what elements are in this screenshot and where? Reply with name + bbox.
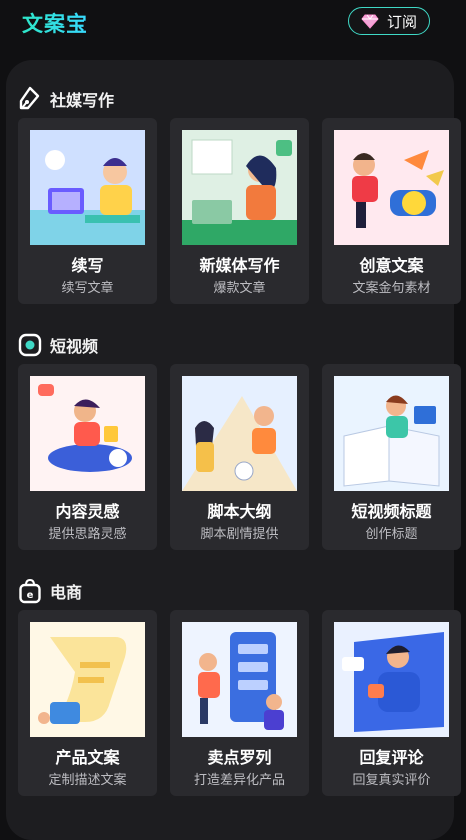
illustration-rocket-rider (30, 376, 145, 491)
card-subtitle: 提供思路灵感 (48, 527, 127, 542)
app-logo-title: 文案宝 (22, 8, 88, 38)
card-subtitle: 创作标题 (365, 527, 418, 542)
diamond-icon (361, 14, 379, 29)
illustration-megaphone (334, 130, 449, 245)
illustration-checklist-people (182, 622, 297, 737)
card-reply-reviews[interactable]: 回复评论 回复真实评价 (322, 610, 461, 796)
card-subtitle: 续写文章 (61, 281, 114, 296)
illustration-reading-people (182, 376, 297, 491)
card-content-inspiration[interactable]: 内容灵感 提供思路灵感 (18, 364, 157, 550)
card-title: 卖点罗列 (207, 748, 272, 767)
section-title: 短视频 (50, 337, 99, 356)
svg-text:e: e (27, 590, 34, 601)
illustration-open-book (334, 376, 449, 491)
card-creative-copy[interactable]: 创意文案 文案金句素材 (322, 118, 461, 304)
card-continue-writing[interactable]: 续写 续写文章 (18, 118, 157, 304)
card-short-video-title[interactable]: 短视频标题 创作标题 (322, 364, 461, 550)
card-title: 续写 (71, 256, 104, 275)
section-header: 短视频 (18, 330, 98, 360)
shopping-bag-icon: e (18, 578, 42, 604)
section-header: e 电商 (18, 576, 82, 606)
top-bar: 文案宝 订阅 (0, 0, 466, 48)
card-script-outline[interactable]: 脚本大纲 脚本剧情提供 (170, 364, 309, 550)
card-selling-points[interactable]: 卖点罗列 打造差异化产品 (170, 610, 309, 796)
record-icon (18, 333, 42, 357)
subscribe-label: 订阅 (386, 12, 417, 31)
section-header: 社媒写作 (18, 84, 114, 114)
card-subtitle: 爆款文章 (213, 281, 266, 296)
card-subtitle: 文案金句素材 (352, 281, 431, 296)
section-social-writing: 社媒写作 续写 续写文章 新媒体写作 爆款文章 创意文案 文案金句素材 (18, 84, 461, 308)
content-panel: 社媒写作 续写 续写文章 新媒体写作 爆款文章 创意文案 文案金句素材 短视频 … (6, 60, 461, 840)
section-title: 电商 (50, 583, 83, 602)
card-subtitle: 脚本剧情提供 (200, 527, 279, 542)
card-title: 产品文案 (55, 748, 120, 767)
section-ecommerce: e 电商 产品文案 定制描述文案 卖点罗列 打造差异化产品 回复评论 回复真实评… (18, 576, 461, 800)
card-subtitle: 回复真实评价 (352, 773, 431, 788)
illustration-scroll (30, 622, 145, 737)
pen-nib-icon (18, 86, 42, 112)
card-title: 回复评论 (359, 748, 424, 767)
illustration-phone-reply (334, 622, 449, 737)
card-title: 短视频标题 (351, 502, 432, 521)
card-subtitle: 定制描述文案 (48, 773, 127, 788)
card-title: 创意文案 (359, 256, 424, 275)
card-title: 新媒体写作 (199, 256, 280, 275)
section-title: 社媒写作 (50, 91, 115, 110)
card-title: 脚本大纲 (207, 502, 272, 521)
card-product-copy[interactable]: 产品文案 定制描述文案 (18, 610, 157, 796)
section-short-video: 短视频 内容灵感 提供思路灵感 脚本大纲 脚本剧情提供 短视频标题 创作标题 (18, 330, 461, 554)
card-new-media-writing[interactable]: 新媒体写作 爆款文章 (170, 118, 309, 304)
card-title: 内容灵感 (55, 502, 120, 521)
illustration-writer-laptop (30, 130, 145, 245)
card-subtitle: 打造差异化产品 (193, 773, 285, 788)
subscribe-button[interactable]: 订阅 (348, 7, 430, 35)
illustration-woman-desk (182, 130, 297, 245)
